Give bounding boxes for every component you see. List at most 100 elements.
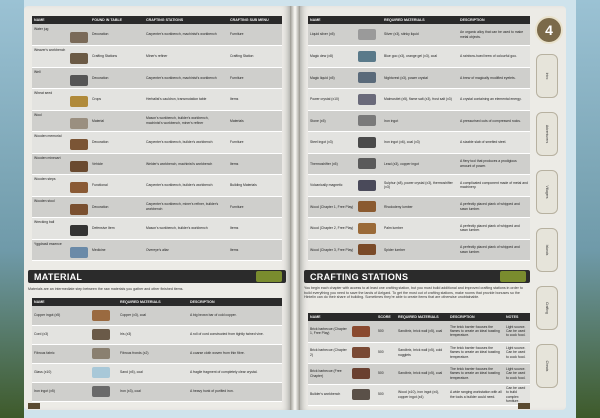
crafting-intro: You begin each chapter with access to at…: [304, 286, 523, 300]
item-name: Wooden minecart: [34, 155, 61, 160]
left-background: [0, 0, 24, 418]
table-row: Liquid silver (x5) Silver (x3), stinky li…: [308, 24, 530, 46]
left-page: NAME FOUND IN TABLE CRAFTING STATIONS CR…: [24, 6, 290, 410]
chapter-tab[interactable]: Crafting: [536, 286, 558, 330]
found-in-cell: Decoration: [90, 131, 144, 154]
description-cell: A perfectly placed plank of whipped and …: [458, 239, 530, 261]
icon-cell: [356, 110, 382, 132]
item-name-cell: Copper ingot (x5): [32, 306, 90, 326]
table-row: Wood (Chapter 3, Free Play) Spider lumber…: [308, 239, 530, 261]
item-icon: [70, 74, 88, 86]
required-cell: Iron ingot (x6), coal (x3): [382, 131, 458, 154]
table-row: Volcanically magnetic Sulphur (x8), power…: [308, 174, 530, 197]
description-cell: A fragile fragment of completely clear c…: [188, 363, 282, 383]
notes-cell: Light source. Can be used to cook food.: [504, 321, 530, 343]
table-row: Wooden minecart Vehicle Welder's workbench…: [32, 153, 282, 175]
submenu-cell: Items: [228, 153, 282, 175]
submenu-cell: Furniture: [228, 131, 282, 154]
chapter-number-badge: 4: [535, 16, 563, 44]
item-name: Water jug: [34, 26, 49, 31]
notes-cell: Light source. Can be used to cook food.: [504, 342, 530, 364]
icon-cell: [90, 382, 118, 402]
game-logo-emblem: [500, 271, 526, 282]
item-icon: [358, 222, 376, 234]
chapter-tab-label: Villagers: [545, 185, 549, 199]
right-table-header: NAME REQUIRED MATERIALS DESCRIPTION: [308, 16, 530, 24]
found-in-cell: Vehicle: [90, 153, 144, 175]
item-name: Yggdrasil essence: [34, 241, 62, 246]
station-name-cell: Brick barbecue (Chapter 2): [308, 342, 350, 364]
submenu-cell: Building Materials: [228, 174, 282, 197]
required-cell: Iron ingot: [382, 110, 458, 132]
chapter-tab[interactable]: Villagers: [536, 170, 558, 214]
required-cell: Wood (x10), iron ingot (x4), copper ingo…: [396, 384, 448, 406]
left-table-header: NAME FOUND IN TABLE CRAFTING STATIONS CR…: [32, 16, 282, 24]
table-row: Builder's workbench 500 Wood (x10), iron i…: [308, 384, 530, 406]
description-cell: A perfectly placed plank of whipped and …: [458, 217, 530, 240]
table-row: Wool Material Mason's workbench, builder's…: [32, 110, 282, 132]
item-name-cell: Power crystal (x10): [308, 88, 356, 111]
table-row: Wooden stool Decoration Carpenter's workbe…: [32, 196, 282, 218]
found-in-cell: Medicine: [90, 239, 144, 261]
item-name: Wrecking ball: [34, 220, 55, 225]
icon-cell: [350, 342, 376, 364]
submenu-cell: Furniture: [228, 196, 282, 218]
description-cell: The brick barrier focuses the flames to …: [448, 363, 504, 385]
submenu-cell: Furniture: [228, 24, 282, 46]
material-table: NAME REQUIRED MATERIALS DESCRIPTION Copp…: [32, 298, 282, 402]
stations-cell: Mason's workbench, builder's workbench, …: [144, 110, 228, 132]
crafting-title: CRAFTING STATIONS: [310, 272, 409, 282]
item-name-cell: Wooden stool: [32, 196, 90, 218]
notes-cell: Light source. Can be used to cook food.: [504, 363, 530, 385]
description-cell: A wide ranging workstation with all the …: [448, 384, 504, 406]
item-icon: [358, 158, 376, 170]
item-name-cell: Wood (Chapter 2, Free Play): [308, 217, 356, 240]
item-icon: [358, 50, 376, 62]
description-cell: A rainbow-hued brew of colourful goo.: [458, 45, 530, 68]
icon-cell: [356, 153, 382, 175]
item-name: Wheat seed: [34, 91, 53, 96]
item-icon: [92, 309, 110, 321]
stations-cell: Carpenter's workbench, builder's workben…: [144, 131, 228, 154]
item-name: Wooden memorial: [34, 134, 62, 139]
item-icon: [92, 367, 110, 378]
table-row: Cord (x3) Iris (x3) A roll of cord constru…: [32, 325, 282, 345]
stations-cell: Overeye's altar: [144, 239, 228, 261]
item-name: Wooden steps: [34, 177, 56, 182]
chapter-tab[interactable]: Islands: [536, 228, 558, 272]
item-name-cell: Fibrous fabric: [32, 344, 90, 364]
chapter-tab[interactable]: Cheats: [536, 344, 558, 388]
table-row: Well Decoration Carpenter's workbench, mac…: [32, 67, 282, 89]
header-stations: CRAFTING STATIONS: [144, 16, 228, 24]
icon-cell: [90, 363, 118, 383]
item-name-cell: Wood (Chapter 3, Free Play): [308, 239, 356, 261]
right-item-table: NAME REQUIRED MATERIALS DESCRIPTION Liqu…: [308, 16, 530, 261]
header-submenu: CRAFTING SUB MENU: [228, 16, 282, 24]
required-cell: Copper (x3), coal: [118, 306, 188, 326]
item-name-cell: Glass (x10): [32, 363, 90, 383]
item-name-cell: Cord (x3): [32, 325, 90, 345]
description-cell: A complicated component made of metal an…: [458, 174, 530, 197]
chapter-tab[interactable]: Adventurers: [536, 112, 558, 156]
icon-cell: [356, 45, 382, 68]
header-icon: [90, 298, 118, 306]
material-table-header: NAME REQUIRED MATERIALS DESCRIPTION: [32, 298, 282, 306]
icon-cell: [90, 344, 118, 364]
description-cell: A perfectly placed plank of whipped and …: [458, 196, 530, 218]
item-name-cell: Iron ingot (x5): [32, 382, 90, 402]
item-icon: [70, 246, 88, 258]
stations-cell: Carpenter's workbench, builder's workben…: [144, 174, 228, 197]
submenu-cell: Materials: [228, 110, 282, 132]
header-found-in: FOUND IN TABLE: [90, 16, 144, 24]
header-name: NAME: [308, 16, 356, 24]
left-item-table: NAME FOUND IN TABLE CRAFTING STATIONS CR…: [32, 16, 282, 261]
chapter-tab[interactable]: Intro: [536, 54, 558, 98]
item-name: Wool: [34, 112, 42, 117]
chapter-tab-label: Cheats: [545, 360, 549, 372]
table-row: Stone (x5) Iron ingot A pressurised cuts o…: [308, 110, 530, 132]
game-logo-emblem: [256, 271, 282, 282]
required-cell: Sandbrix, brick wall (x5), coal: [396, 363, 448, 385]
header-name: NAME: [32, 16, 90, 24]
icon-cell: [356, 217, 382, 240]
description-cell: The brick barrier focuses the flames to …: [448, 321, 504, 343]
